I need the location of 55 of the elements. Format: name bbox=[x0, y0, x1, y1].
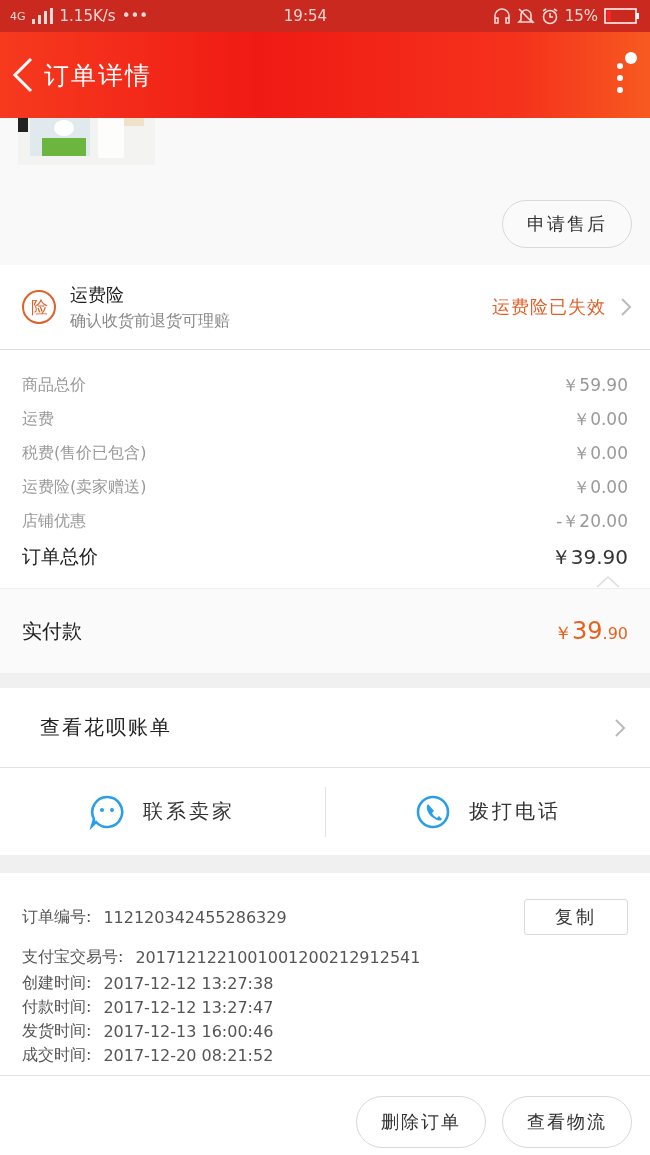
price-label: 运费险(卖家赠送) bbox=[22, 476, 147, 498]
battery-percent: 15% bbox=[564, 7, 598, 25]
price-label: 店铺优惠 bbox=[22, 510, 86, 532]
insurance-subtitle: 确认收货前退货可理赔 bbox=[70, 310, 230, 332]
copy-button[interactable]: 复制 bbox=[524, 899, 628, 935]
insurance-status[interactable]: 运费险已失效 bbox=[492, 295, 606, 319]
info-value: 2017-12-12 13:27:38 bbox=[103, 973, 274, 993]
insurance-badge: 险 bbox=[22, 290, 56, 324]
battery-icon bbox=[604, 8, 640, 24]
chevron-right-icon bbox=[614, 717, 626, 738]
info-value: 2017-12-20 08:21:52 bbox=[103, 1045, 274, 1065]
price-value: ￥0.00 bbox=[573, 475, 628, 499]
huabei-bill-row[interactable]: 查看花呗账单 bbox=[0, 688, 650, 768]
price-value: ￥0.00 bbox=[573, 407, 628, 431]
price-value: ￥0.00 bbox=[573, 441, 628, 465]
more-indicator: ••• bbox=[121, 7, 149, 25]
price-label: 运费 bbox=[22, 408, 54, 430]
info-value: 2017-12-13 16:00:46 bbox=[103, 1021, 274, 1041]
huabei-bill-label: 查看花呗账单 bbox=[40, 714, 172, 741]
order-total-label: 订单总价 bbox=[22, 544, 98, 569]
signal-icon bbox=[31, 8, 54, 24]
info-label: 创建时间: bbox=[22, 972, 92, 994]
call-button[interactable]: 拨打电话 bbox=[325, 786, 650, 837]
delete-order-button[interactable]: 删除订单 bbox=[356, 1096, 486, 1148]
alarm-icon bbox=[540, 7, 559, 25]
price-label: 商品总价 bbox=[22, 374, 86, 396]
order-total-value: ￥39.90 bbox=[550, 543, 628, 571]
muted-bell-icon bbox=[516, 7, 535, 25]
info-label: 发货时间: bbox=[22, 1020, 92, 1042]
phone-icon bbox=[414, 793, 451, 830]
chat-face-icon bbox=[89, 793, 126, 830]
price-value: ￥59.90 bbox=[562, 373, 628, 397]
price-label: 税费(售价已包含) bbox=[22, 442, 147, 464]
after-sale-button[interactable]: 申请售后 bbox=[502, 200, 632, 248]
info-label: 成交时间: bbox=[22, 1044, 92, 1066]
order-number: 112120342455286329 bbox=[103, 907, 287, 927]
contact-seller-button[interactable]: 联系卖家 bbox=[0, 786, 325, 837]
network-label: 4G bbox=[10, 9, 26, 23]
insurance-title: 运费险 bbox=[70, 282, 125, 307]
info-label: 支付宝交易号: bbox=[22, 946, 124, 968]
clock: 19:54 bbox=[283, 7, 329, 25]
paid-amount: ￥39.90 bbox=[554, 617, 628, 645]
info-label: 订单编号: bbox=[22, 906, 92, 928]
info-label: 付款时间: bbox=[22, 996, 92, 1018]
price-value: -￥20.00 bbox=[556, 509, 628, 533]
back-icon[interactable] bbox=[12, 57, 34, 93]
network-speed: 1.15K/s bbox=[59, 7, 116, 25]
paid-label: 实付款 bbox=[22, 617, 82, 645]
headset-icon bbox=[492, 7, 511, 25]
chevron-right-icon bbox=[620, 297, 632, 317]
info-value: 2017-12-12 13:27:47 bbox=[103, 997, 274, 1017]
view-logistics-button[interactable]: 查看物流 bbox=[502, 1096, 632, 1148]
caret-up-icon bbox=[596, 576, 620, 588]
page-title: 订单详情 bbox=[44, 59, 152, 92]
info-value: 2017121221001001200212912541 bbox=[135, 947, 421, 967]
